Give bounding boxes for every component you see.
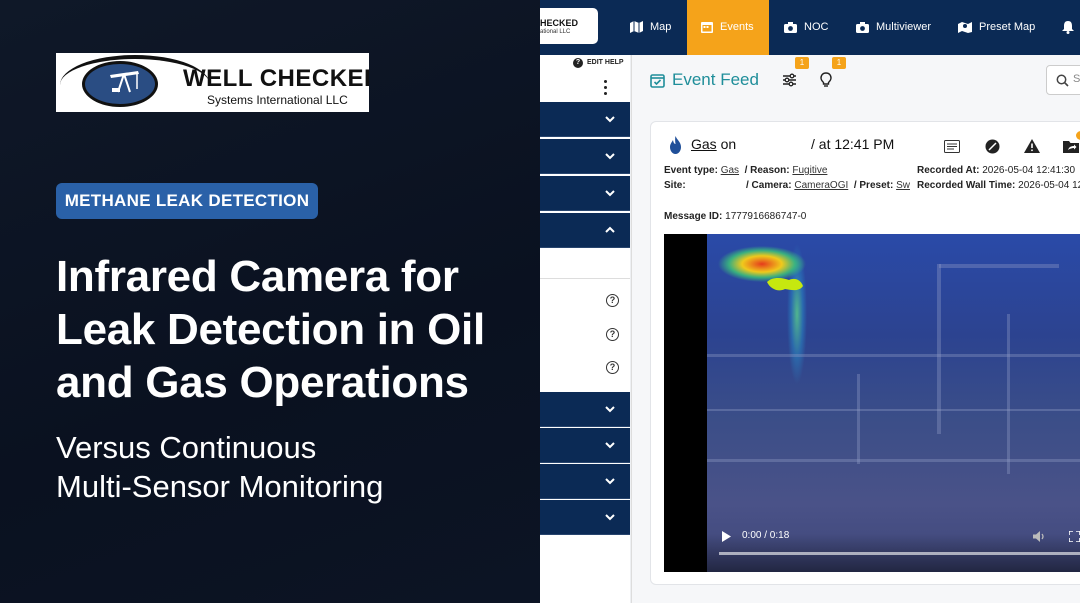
share-badge-partial [1076, 131, 1080, 140]
event-card: Gas on / at 12:41 PM Event type: Gas / R… [650, 121, 1080, 585]
edit-help-label: EDIT HELP [587, 59, 624, 66]
bell-icon[interactable] [1062, 21, 1074, 34]
subheadline: Versus Continuous Multi-Sensor Monitorin… [56, 428, 526, 506]
notes-icon[interactable] [944, 140, 960, 153]
idea-badge: 1 [832, 57, 846, 69]
sidebar-section-8[interactable] [540, 500, 630, 535]
company-logo: WELL CHECKED Systems International LLC [56, 53, 369, 112]
event-type-link[interactable]: Gas [721, 165, 739, 176]
category-pill: METHANE LEAK DETECTION [56, 183, 318, 219]
search-icon [1056, 74, 1069, 87]
sidebar-section-7[interactable] [540, 464, 630, 499]
filter-badge: 1 [795, 57, 809, 69]
sidebar-section-4[interactable] [540, 213, 630, 248]
app-logo-subtext: ational LLC [540, 29, 571, 35]
headline: Infrared Camera for Leak Detection in Oi… [56, 252, 485, 407]
chevron-up-icon [605, 226, 615, 233]
camera-icon [856, 21, 869, 33]
chevron-down-icon [605, 478, 615, 485]
block-icon[interactable] [985, 139, 1000, 154]
event-title-on: on [720, 136, 737, 152]
event-video-player[interactable]: 0:00 / 0:18 [664, 234, 1080, 572]
nav-preset-map[interactable]: Preset Map [958, 0, 1048, 55]
warning-icon[interactable] [1024, 139, 1040, 153]
top-navbar: HECKED ational LLC Map Events NOC Multiv… [540, 0, 1080, 55]
wall-time-row: Recorded Wall Time: 2026-05-04 12 [917, 180, 1080, 191]
play-icon[interactable] [722, 531, 731, 542]
nav-noc-label: NOC [804, 21, 829, 33]
help-circle-icon[interactable]: ? [606, 361, 619, 374]
camera-link[interactable]: CameraOGI [794, 180, 848, 191]
search-placeholder: S [1073, 73, 1080, 85]
nav-multiviewer-label: Multiviewer [876, 21, 932, 33]
event-gas-link[interactable]: Gas [691, 136, 717, 152]
video-time: 0:00 / 0:18 [742, 530, 790, 541]
camera-row: / Camera: CameraOGI / Preset: Sw [746, 180, 910, 191]
event-feed-title: Event Feed [672, 70, 759, 89]
sidebar-section-6[interactable] [540, 428, 630, 463]
subheadline-line-2: Multi-Sensor Monitoring [56, 469, 384, 504]
sidebar-section-2[interactable] [540, 139, 630, 174]
sidebar-divider [540, 278, 630, 279]
site-row: Site: [664, 180, 686, 191]
nav-preset-map-label: Preset Map [979, 21, 1036, 33]
edit-help-link[interactable]: ? EDIT HELP [573, 58, 624, 68]
help-circle-icon[interactable]: ? [606, 294, 619, 307]
map-pin-icon [958, 22, 972, 34]
fullscreen-icon[interactable] [1069, 531, 1080, 542]
screen: WELL CHECKED Systems International LLC M… [0, 0, 1080, 603]
calendar-icon [701, 22, 713, 34]
chevron-down-icon [605, 514, 615, 521]
thermal-image [707, 234, 1080, 572]
logo-subtitle: Systems International LLC [207, 93, 348, 107]
sliders-icon[interactable] [782, 73, 797, 87]
event-title: Gas on [691, 136, 736, 152]
more-vertical-icon[interactable] [604, 80, 608, 98]
preset-link[interactable]: Sw [896, 180, 910, 191]
promo-panel: WELL CHECKED Systems International LLC M… [0, 0, 540, 603]
chevron-down-icon [605, 116, 615, 123]
nav-map-label: Map [650, 21, 672, 33]
chevron-down-icon [605, 442, 615, 449]
nav-multiviewer[interactable]: Multiviewer [856, 0, 946, 55]
app-logo-text: HECKED [540, 18, 579, 28]
nav-events-label: Events [720, 21, 754, 33]
sidebar-section-5[interactable] [540, 392, 630, 427]
search-input[interactable]: S [1046, 65, 1080, 95]
event-time: / at 12:41 PM [811, 136, 895, 152]
reason-link[interactable]: Fugitive [792, 165, 827, 176]
nav-events[interactable]: Events [687, 0, 769, 55]
gas-plume-detection-icon [767, 278, 803, 291]
chevron-down-icon [605, 190, 615, 197]
sidebar-section-1[interactable] [540, 102, 630, 137]
pumpjack-icon [110, 71, 139, 93]
volume-icon[interactable] [1033, 531, 1046, 542]
map-icon [630, 21, 643, 34]
event-feed-panel: Event Feed 1 1 S Gas on / at 12:41 PM Ev… [631, 55, 1080, 603]
sidebar-section-3[interactable] [540, 176, 630, 211]
calendar-check-icon [650, 74, 665, 88]
recorded-at-row: Recorded At: 2026-05-04 12:41:30 [917, 165, 1076, 176]
app-logo[interactable]: HECKED ational LLC [540, 8, 598, 44]
folder-share-icon[interactable] [1063, 140, 1079, 153]
event-type-row: Event type: Gas / Reason: Fugitive [664, 165, 828, 176]
chevron-down-icon [605, 406, 615, 413]
help-icon: ? [573, 58, 583, 68]
camera-icon [784, 21, 797, 33]
chevron-down-icon [605, 153, 615, 160]
flame-icon [670, 136, 681, 154]
message-id-row: Message ID: 1777916686747-0 [664, 211, 807, 222]
sidebar: ? EDIT HELP ? ? ? [540, 55, 630, 603]
video-progress-bar[interactable] [719, 552, 1080, 555]
logo-brand: WELL CHECKED [183, 65, 369, 92]
app-window: HECKED ational LLC Map Events NOC Multiv… [540, 0, 1080, 603]
help-circle-icon[interactable]: ? [606, 328, 619, 341]
nav-noc[interactable]: NOC [784, 0, 844, 55]
subheadline-line-1: Versus Continuous [56, 430, 317, 465]
lightbulb-icon[interactable] [820, 72, 832, 88]
